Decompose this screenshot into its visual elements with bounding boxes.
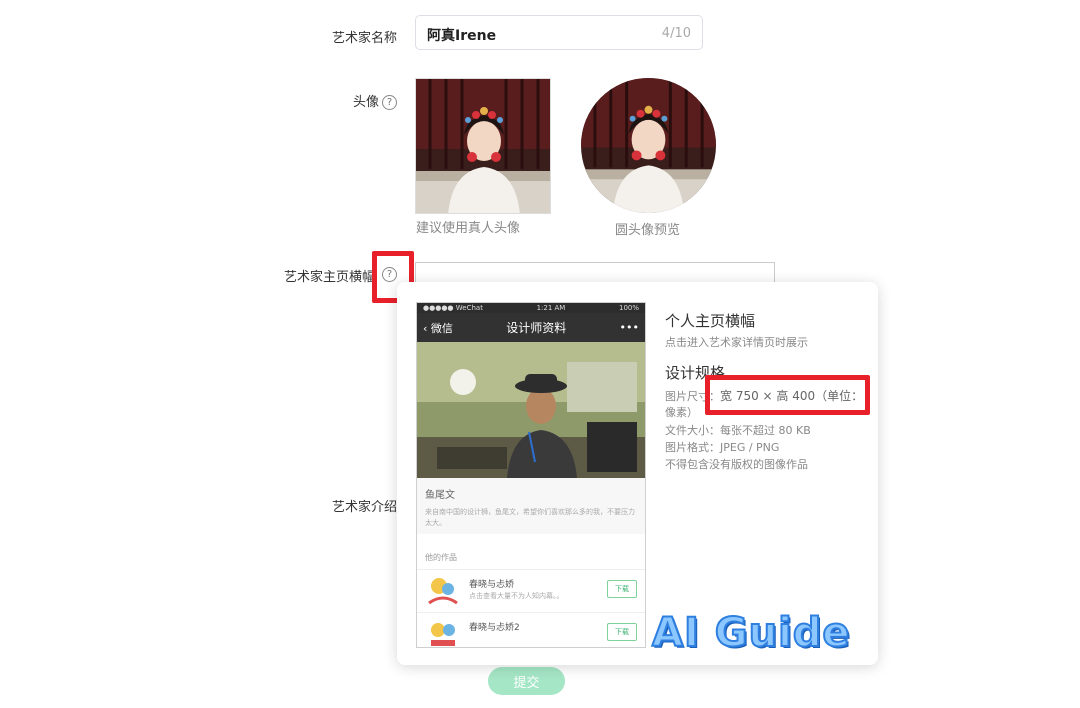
status-time: 1:21 AM (536, 304, 566, 312)
download-button: 下载 (607, 580, 637, 598)
work-thumbnail (428, 578, 458, 605)
avatar-round-photo (581, 78, 716, 213)
designer-name: 鱼尾文 (425, 490, 455, 501)
phone-back: ‹ 微信 (423, 320, 453, 336)
artist-name-label: 艺术家名称 (331, 31, 397, 46)
phone-designer-info: 鱼尾文 来自南中国的设计狮，鱼尾文，希望你们喜欢那么多的我，不要压力太大。 (417, 478, 645, 534)
artist-profile-form: 艺术家名称 阿真Irene 4/10 头像? 建议使用真人头像 圆头像预览 艺术… (0, 0, 1080, 708)
designer-photo (417, 342, 645, 478)
avatar-label-row: 头像? (300, 91, 397, 110)
intro-label: 艺术家介绍 (331, 500, 397, 515)
avatar-round-preview (581, 78, 716, 213)
artist-name-counter: 4/10 (661, 26, 691, 41)
spec-file-format: 图片格式：JPEG / PNG (665, 441, 780, 454)
banner-spec-popover: ●●●●● WeChat 1:21 AM 100% ‹ 微信 设计师资料 ••• (397, 282, 878, 665)
more-icon: ••• (619, 321, 639, 334)
submit-button[interactable]: 提交 (488, 667, 565, 695)
banner-label: 艺术家主页横幅 (283, 270, 375, 285)
spec-size-unit: 像素） (665, 406, 698, 419)
download-button: 下载 (607, 623, 637, 641)
spec-file-size: 文件大小：每张不超过 80 KB (665, 424, 811, 437)
avatar-label: 头像 (352, 95, 379, 110)
watermark-logo: AI Guide (651, 609, 851, 657)
banner-upload-box[interactable] (415, 262, 775, 284)
works-section-title: 他的作品 (417, 534, 645, 569)
status-battery: 100% (618, 304, 639, 312)
designer-desc: 来自南中国的设计狮，鱼尾文，希望你们喜欢那么多的我，不要压力太大。 (425, 508, 635, 527)
phone-back-label: 微信 (430, 321, 453, 335)
work-title: 春晓与忐娇2 (469, 623, 520, 633)
work-desc: 点击查看大量不为人知内幕。。 (469, 592, 564, 600)
phone-preview: ●●●●● WeChat 1:21 AM 100% ‹ 微信 设计师资料 ••• (416, 302, 646, 648)
work-item: 春晓与忐娇2 下载 (417, 612, 645, 647)
spec-copyright: 不得包含没有版权的图像作品 (665, 458, 808, 471)
question-circle-icon[interactable]: ? (382, 95, 397, 110)
phone-nav-bar: ‹ 微信 设计师资料 ••• (417, 313, 645, 342)
phone-status-bar: ●●●●● WeChat 1:21 AM 100% (417, 303, 645, 313)
avatar-hint: 建议使用真人头像 (416, 221, 521, 236)
work-item: 春晓与忐娇 点击查看大量不为人知内幕。。 下载 (417, 569, 645, 612)
size-highlight (705, 375, 870, 415)
chevron-left-icon: ‹ (423, 321, 428, 335)
phone-title: 设计师资料 (506, 321, 567, 335)
artist-name-input[interactable]: 阿真Irene 4/10 (415, 15, 703, 50)
artist-name-value: 阿真Irene (427, 28, 497, 44)
spec-title: 个人主页横幅 (665, 312, 756, 330)
phone-banner-photo (417, 342, 645, 478)
status-carrier: ●●●●● WeChat (423, 304, 483, 312)
work-title: 春晓与忐娇 (469, 580, 515, 590)
avatar-photo (416, 79, 550, 213)
work-thumbnail (431, 623, 455, 646)
spec-subtitle: 点击进入艺术家详情页时展示 (665, 336, 808, 349)
avatar-preview-hint: 圆头像预览 (615, 223, 681, 238)
avatar-upload-image[interactable] (415, 78, 551, 214)
